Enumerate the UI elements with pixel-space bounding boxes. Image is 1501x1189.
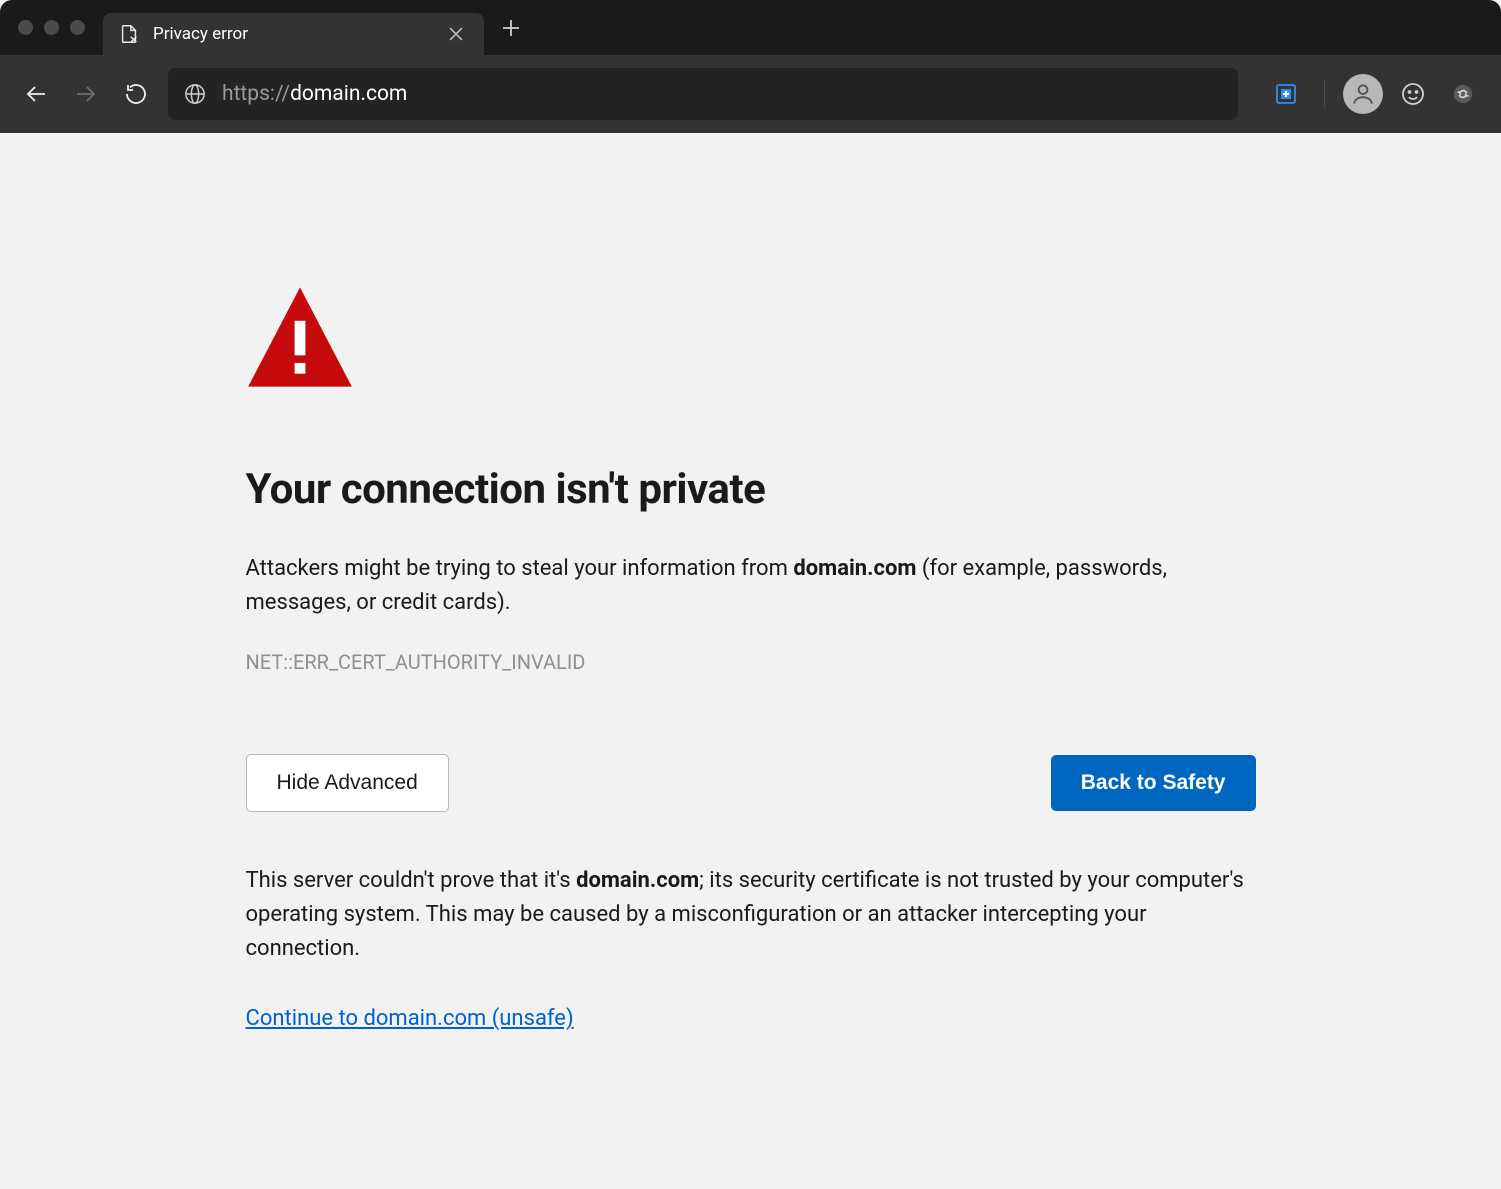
profile-button[interactable]	[1343, 74, 1383, 114]
error-heading: Your connection isn't private	[246, 465, 1256, 514]
window-close-button[interactable]	[18, 20, 33, 35]
toolbar-separator	[1324, 80, 1325, 108]
warning-triangle-icon	[246, 283, 1256, 395]
browser-tab[interactable]: Privacy error	[103, 13, 484, 55]
error-detail-pre: This server couldn't prove that it's	[246, 868, 577, 893]
address-text: https://domain.com	[222, 82, 407, 106]
tab-strip: Privacy error	[0, 0, 1501, 55]
window-minimize-button[interactable]	[44, 20, 59, 35]
error-detail-domain: domain.com	[576, 868, 699, 893]
error-detail: This server couldn't prove that it's dom…	[246, 864, 1256, 966]
sync-icon[interactable]	[1443, 74, 1483, 114]
tab-title: Privacy error	[153, 24, 430, 44]
hide-advanced-button[interactable]: Hide Advanced	[246, 754, 449, 812]
nav-back-button[interactable]	[18, 76, 54, 112]
back-to-safety-button[interactable]: Back to Safety	[1051, 755, 1256, 811]
proceed-unsafe-link[interactable]: Continue to domain.com (unsafe)	[246, 1006, 574, 1031]
error-description: Attackers might be trying to steal your …	[246, 552, 1256, 620]
address-bar[interactable]: https://domain.com	[168, 68, 1238, 120]
error-desc-pre: Attackers might be trying to steal your …	[246, 556, 794, 581]
new-tab-button[interactable]	[494, 11, 528, 45]
site-identity-icon[interactable]	[184, 83, 206, 105]
refresh-button[interactable]	[118, 76, 154, 112]
nav-forward-button[interactable]	[68, 76, 104, 112]
page-viewport: Your connection isn't private Attackers …	[0, 133, 1501, 1189]
close-tab-button[interactable]	[443, 21, 469, 47]
error-code: NET::ERR_CERT_AUTHORITY_INVALID	[246, 650, 1256, 674]
toolbar-right	[1266, 74, 1483, 114]
tracking-prevention-icon[interactable]	[1266, 74, 1306, 114]
feedback-icon[interactable]	[1393, 74, 1433, 114]
browser-window: Privacy error	[0, 0, 1501, 1189]
error-actions: Hide Advanced Back to Safety	[246, 754, 1256, 812]
url-protocol: https://	[222, 82, 290, 106]
page-insecure-icon	[118, 23, 140, 45]
url-host: domain.com	[290, 82, 407, 106]
browser-toolbar: https://domain.com	[0, 55, 1501, 133]
error-desc-domain: domain.com	[793, 556, 916, 581]
window-maximize-button[interactable]	[70, 20, 85, 35]
error-content: Your connection isn't private Attackers …	[246, 133, 1256, 1031]
window-controls	[8, 20, 103, 35]
